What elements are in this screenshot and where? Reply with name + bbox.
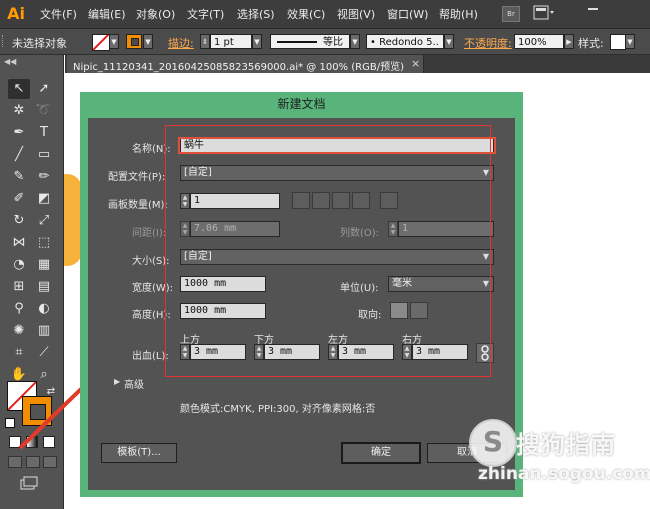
highlight-box bbox=[165, 125, 491, 377]
profile-dropdown[interactable]: ▼ bbox=[350, 34, 360, 49]
illustrator-logo: Ai bbox=[7, 4, 25, 23]
artboards-label: 画板数量(M): bbox=[108, 200, 168, 211]
magic-wand-icon[interactable]: ✲ bbox=[8, 101, 30, 121]
menu-effect[interactable]: 效果(C) bbox=[287, 6, 325, 22]
column-graph-icon[interactable]: ▥ bbox=[33, 321, 55, 341]
rectangle-tool-icon[interactable]: ▭ bbox=[33, 145, 55, 165]
watermark-logo: S bbox=[469, 419, 517, 467]
profile-label: 配置文件(P): bbox=[108, 172, 166, 183]
draw-behind-icon[interactable] bbox=[26, 456, 40, 468]
summary-text: 颜色模式:CMYK, PPI:300, 对齐像素网格:否 bbox=[180, 404, 376, 415]
fill-none-swatch[interactable] bbox=[92, 34, 110, 51]
perspective-grid-icon[interactable]: ▦ bbox=[33, 255, 55, 275]
stroke-weight-spinner[interactable]: ⇕ bbox=[200, 34, 210, 49]
watermark-brand: 搜狗指南 bbox=[516, 431, 616, 459]
symbol-sprayer-icon[interactable]: ✺ bbox=[8, 321, 30, 341]
size-label: 大小(S): bbox=[132, 256, 170, 267]
direct-selection-tool-icon[interactable]: ➚ bbox=[33, 79, 55, 99]
spacing-label: 间距(I): bbox=[132, 228, 167, 239]
screen-mode-icon[interactable] bbox=[20, 476, 38, 490]
brush-dropdown[interactable]: ▼ bbox=[444, 34, 454, 49]
selection-status: 未选择对象 bbox=[12, 37, 67, 50]
none-mode-icon[interactable] bbox=[43, 436, 55, 448]
advanced-toggle-icon[interactable]: ▶ bbox=[114, 377, 120, 386]
document-tab-bar: Nipic_11120341_20160425085823569000.ai* … bbox=[65, 55, 650, 73]
menu-type[interactable]: 文字(T) bbox=[187, 6, 224, 22]
panel-collapse-icon[interactable]: ◀◀ bbox=[4, 57, 16, 66]
opacity-link[interactable]: 不透明度: bbox=[464, 35, 512, 51]
slice-tool-icon[interactable]: ⟋ bbox=[33, 343, 55, 363]
minimize-icon[interactable] bbox=[588, 8, 598, 10]
ok-button[interactable]: 确定 bbox=[341, 442, 421, 464]
eraser-icon[interactable]: ◩ bbox=[33, 189, 55, 209]
menu-select[interactable]: 选择(S) bbox=[237, 6, 275, 22]
mesh-tool-icon[interactable]: ⊞ bbox=[8, 277, 30, 297]
draw-normal-icon[interactable] bbox=[8, 456, 22, 468]
advanced-label[interactable]: 高级 bbox=[124, 376, 144, 391]
opacity-field[interactable]: 100% bbox=[514, 34, 564, 49]
blend-tool-icon[interactable]: ◐ bbox=[33, 299, 55, 319]
document-tab-title: Nipic_11120341_20160425085823569000.ai* … bbox=[73, 62, 404, 73]
shape-builder-icon[interactable]: ◔ bbox=[8, 255, 30, 275]
style-dropdown[interactable]: ▼ bbox=[625, 34, 635, 49]
pencil-icon[interactable]: ✏ bbox=[33, 167, 55, 187]
paintbrush-icon[interactable]: ✎ bbox=[8, 167, 30, 187]
menu-file[interactable]: 文件(F) bbox=[40, 6, 77, 22]
stroke-dropdown[interactable]: ▼ bbox=[143, 34, 153, 49]
control-bar: 未选择对象 ▼ ▼ 描边: ⇕ 1 pt ▼ 等比 ▼ • Redondo 5.… bbox=[0, 29, 650, 55]
bleed-label: 出血(L): bbox=[132, 351, 169, 362]
profile-label: 等比 bbox=[323, 37, 343, 48]
style-label: 样式: bbox=[578, 37, 604, 50]
stroke-link[interactable]: 描边: bbox=[168, 35, 194, 51]
lasso-icon[interactable]: ➰ bbox=[33, 101, 55, 121]
profile-line bbox=[277, 41, 317, 43]
rotate-tool-icon[interactable]: ↻ bbox=[8, 211, 30, 231]
templates-button[interactable]: 模板(T)... bbox=[101, 443, 177, 463]
watermark-url: zhinan.sogou.com bbox=[478, 464, 650, 484]
grip-icon bbox=[2, 35, 6, 47]
name-highlight-box bbox=[178, 137, 496, 154]
variable-width-profile[interactable]: 等比 bbox=[270, 34, 350, 49]
fill-dropdown[interactable]: ▼ bbox=[109, 34, 119, 49]
menu-edit[interactable]: 编辑(E) bbox=[88, 6, 126, 22]
eyedropper-icon[interactable]: ⚲ bbox=[8, 299, 30, 319]
stroke-weight-dropdown[interactable]: ▼ bbox=[252, 34, 262, 49]
close-icon[interactable]: × bbox=[411, 57, 420, 70]
dialog-title: 新建文档 bbox=[277, 97, 326, 111]
scale-tool-icon[interactable]: ⤢ bbox=[33, 211, 55, 231]
menu-view[interactable]: 视图(V) bbox=[337, 6, 375, 22]
workspace-layout-icon[interactable] bbox=[533, 5, 555, 21]
width-tool-icon[interactable]: ⋈ bbox=[8, 233, 30, 253]
menu-help[interactable]: 帮助(H) bbox=[439, 6, 478, 22]
menu-window[interactable]: 窗口(W) bbox=[387, 6, 428, 22]
default-colors-icon[interactable] bbox=[5, 418, 15, 428]
gradient-tool-icon[interactable]: ▤ bbox=[33, 277, 55, 297]
bridge-icon[interactable]: Br bbox=[502, 6, 520, 22]
selection-tool-icon[interactable]: ↖ bbox=[8, 79, 30, 99]
blob-brush-icon[interactable]: ✐ bbox=[8, 189, 30, 209]
free-transform-icon[interactable]: ⬚ bbox=[33, 233, 55, 253]
graphic-style-swatch[interactable] bbox=[610, 34, 626, 50]
menu-bar: Ai 文件(F) 编辑(E) 对象(O) 文字(T) 选择(S) 效果(C) 视… bbox=[0, 0, 650, 29]
stroke-weight-field[interactable]: 1 pt bbox=[210, 34, 252, 49]
opacity-dropdown[interactable]: ▶ bbox=[564, 34, 574, 49]
pen-tool-icon[interactable]: ✒ bbox=[8, 123, 30, 143]
menu-object[interactable]: 对象(O) bbox=[136, 6, 175, 22]
brush-definition[interactable]: • Redondo 5.. bbox=[366, 34, 444, 49]
type-tool-icon[interactable]: T bbox=[33, 123, 55, 143]
stroke-swatch[interactable] bbox=[126, 34, 142, 49]
artboard-tool-icon[interactable]: ⌗ bbox=[8, 343, 30, 363]
line-tool-icon[interactable]: ╱ bbox=[8, 145, 30, 165]
document-tab[interactable]: Nipic_11120341_20160425085823569000.ai* … bbox=[67, 55, 424, 73]
draw-inside-icon[interactable] bbox=[43, 456, 57, 468]
